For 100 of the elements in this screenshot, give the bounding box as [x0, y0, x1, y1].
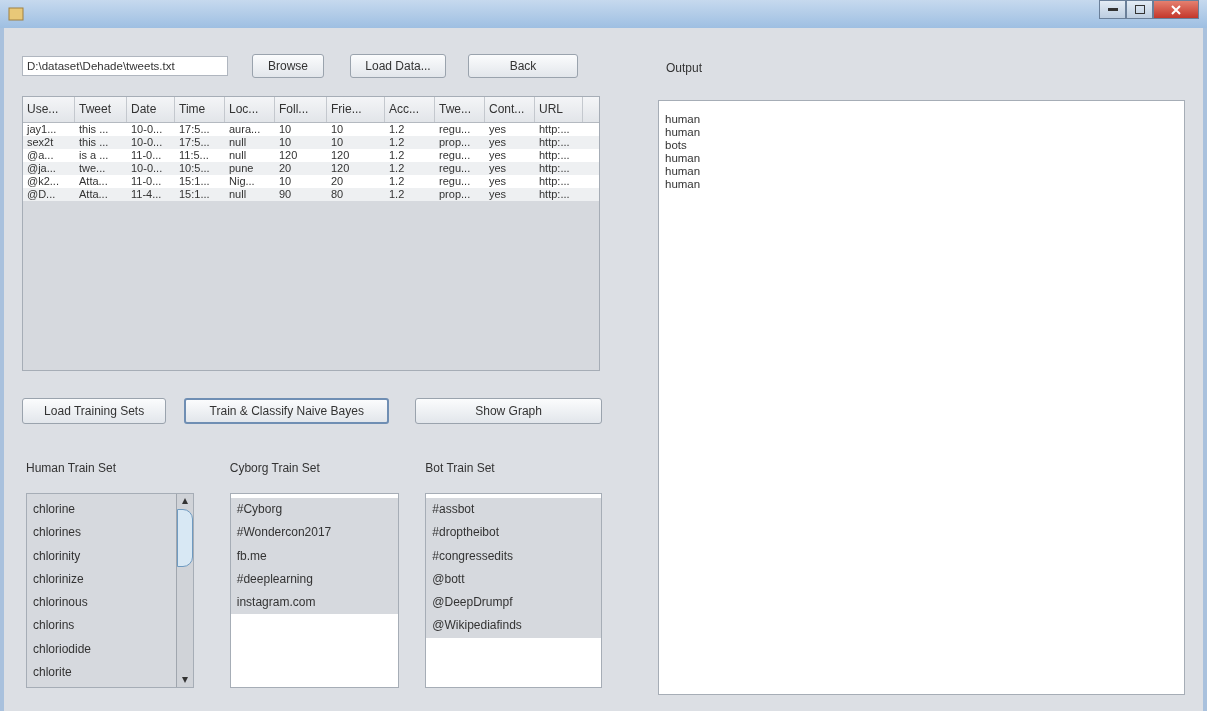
column-header[interactable]: Time — [175, 97, 225, 122]
table-cell-text: jay1... — [25, 123, 58, 136]
list-title: Human Train Set — [26, 461, 118, 477]
table-cell-text: 120 — [330, 149, 351, 162]
table-cell-text: yes — [488, 136, 508, 149]
output-line: human — [665, 113, 702, 126]
table-cell-text: 10 — [330, 136, 345, 149]
output-line: human — [665, 178, 702, 191]
column-header[interactable]: Twe... — [435, 97, 485, 122]
table-cell-text: null — [228, 136, 248, 149]
table-cell-text: twe... — [78, 162, 107, 175]
list-item[interactable]: #Wondercon2017 — [230, 521, 399, 545]
column-header[interactable]: Frie... — [327, 97, 385, 122]
scroll-down-icon[interactable] — [180, 676, 189, 684]
list-item[interactable]: @DeepDrumpf — [426, 591, 601, 615]
list-title: Cyborg Train Set — [229, 461, 321, 477]
table-cell-text: 90 — [278, 188, 293, 201]
table-cell-text: 11-0... — [130, 149, 163, 162]
table-cell-text: 1.2 — [388, 162, 406, 175]
table-cell-text: 15:1... — [178, 175, 211, 188]
table-cell-text: aura... — [228, 123, 262, 136]
table-cell-text: 10 — [278, 136, 293, 149]
scroll-up-icon[interactable] — [180, 497, 189, 505]
table-cell-text: @a... — [26, 149, 55, 162]
table-cell-text: 10-0... — [130, 123, 164, 136]
table-cell-text: sex2t — [26, 136, 55, 149]
output-label: Output — [666, 61, 704, 77]
output-line: human — [665, 126, 702, 139]
table-cell-text: regu... — [438, 162, 472, 175]
list-item[interactable]: #Cyborg — [230, 498, 399, 522]
column-header[interactable]: Loc... — [225, 97, 275, 122]
toolbar-button[interactable]: Back — [468, 54, 578, 78]
table-cell-text: 20 — [278, 162, 293, 175]
column-header[interactable]: Date — [127, 97, 175, 122]
table-cell-text: Nig... — [228, 175, 256, 188]
minimize-button[interactable] — [1099, 0, 1126, 19]
maximize-button[interactable] — [1126, 0, 1153, 19]
table-cell-text: @k2... — [26, 175, 60, 188]
table-cell-text: this ... — [78, 136, 110, 149]
list-item[interactable]: #congressedits — [426, 544, 601, 568]
table-cell-text: 10 — [278, 123, 293, 136]
file-path-field[interactable]: D:\dataset\Dehade\tweets.txt — [22, 56, 228, 76]
table-cell-text: http:... — [538, 136, 571, 149]
toolbar-button[interactable]: Load Data... — [350, 54, 446, 78]
list-item[interactable]: @Wikipediafinds — [426, 614, 601, 638]
table-cell-text: 10 — [330, 123, 345, 136]
table-cell-text: 10-0... — [130, 136, 164, 149]
list-item[interactable]: #droptheibot — [426, 521, 601, 545]
table-cell-text: 1.2 — [388, 175, 406, 188]
action-button[interactable]: Show Graph — [415, 398, 602, 424]
table-cell-text: Atta... — [78, 175, 109, 188]
list-item[interactable]: fb.me — [230, 544, 399, 568]
column-header[interactable]: Use... — [23, 97, 75, 122]
column-header[interactable]: URL — [535, 97, 583, 122]
table-cell-text: prop... — [438, 136, 472, 149]
table-cell-text: 120 — [330, 162, 351, 175]
table-cell-text: yes — [488, 188, 508, 201]
toolbar-button[interactable]: Browse — [252, 54, 324, 78]
table-cell-text: yes — [488, 162, 508, 175]
table-cell-text: 11-4... — [130, 188, 163, 201]
table-cell-text: http:... — [538, 188, 571, 201]
action-button[interactable]: Load Training Sets — [22, 398, 167, 424]
table-cell-text: 15:1... — [178, 188, 211, 201]
table-cell-text: regu... — [438, 175, 472, 188]
table-cell-text: 10-0... — [130, 162, 164, 175]
table-cell-text: 1.2 — [388, 136, 406, 149]
close-button[interactable] — [1153, 0, 1199, 19]
table-cell-text: @ja... — [26, 162, 57, 175]
table-cell-text: yes — [488, 149, 508, 162]
output-line: human — [665, 152, 702, 165]
table-cell-text: is a ... — [78, 149, 110, 162]
table-cell-text: 11:5... — [178, 149, 210, 162]
list-item[interactable]: #assbot — [426, 498, 601, 522]
table-cell-text: prop... — [438, 188, 472, 201]
column-header[interactable]: Acc... — [385, 97, 435, 122]
list-item[interactable]: instagram.com — [230, 591, 399, 615]
maximize-icon[interactable] — [1134, 5, 1145, 14]
list-title: Bot Train Set — [425, 461, 496, 477]
list-item[interactable]: #deeplearning — [230, 567, 399, 592]
minimize-icon[interactable] — [1107, 7, 1118, 12]
close-icon[interactable] — [1171, 4, 1181, 15]
table-cell-text: 11-0... — [130, 175, 163, 188]
table-cell-text: 1.2 — [388, 123, 406, 136]
table-cell-text: 1.2 — [388, 188, 406, 201]
table-cell-text: http:... — [538, 175, 571, 188]
output-line: human — [665, 165, 702, 178]
list-item[interactable]: @bott — [426, 567, 601, 592]
table-cell-text: Atta... — [78, 188, 109, 201]
table-cell-text: http:... — [538, 149, 571, 162]
table-cell-text: yes — [488, 175, 508, 188]
column-header[interactable]: Cont... — [485, 97, 535, 122]
table-cell-text: 10 — [278, 175, 293, 188]
table-cell-text: http:... — [538, 162, 571, 175]
column-header[interactable]: Foll... — [275, 97, 327, 122]
table-cell-text: 10:5... — [178, 162, 211, 175]
table-cell-text: regu... — [438, 149, 472, 162]
table-cell-text: regu... — [438, 123, 472, 136]
action-button[interactable]: Train & Classify Naive Bayes — [184, 398, 390, 424]
table-cell-text: null — [228, 149, 248, 162]
column-header[interactable]: Tweet — [75, 97, 127, 122]
